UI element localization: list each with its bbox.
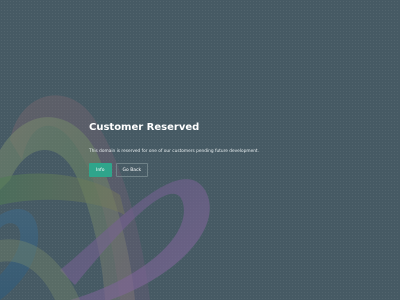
main-content: Customer Reserved This domain is reserve… [89, 121, 389, 177]
page-description: This domain is reserved for one of our c… [89, 149, 259, 154]
go-back-button[interactable]: Go Back [115, 163, 149, 177]
info-button[interactable]: Info [89, 163, 112, 177]
page-title: Customer Reserved [89, 122, 200, 133]
action-buttons: Info Go Back [89, 163, 389, 177]
